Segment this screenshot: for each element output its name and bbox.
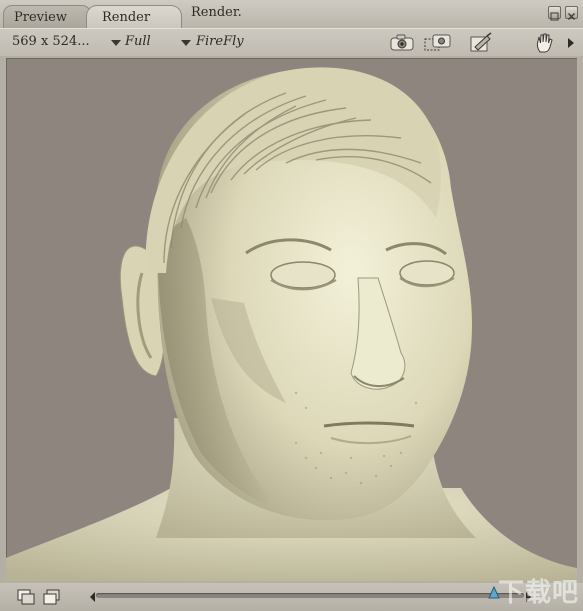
watermark: 下载吧	[497, 578, 579, 608]
renderer-dropdown[interactable]: FireFly	[196, 34, 244, 49]
tab-bar: Preview Render Render.	[0, 0, 583, 28]
tab-preview-label: Preview	[14, 10, 67, 25]
render-dimensions[interactable]: 569 x 524...	[12, 34, 90, 49]
close-icon[interactable]	[565, 6, 578, 20]
render-frame	[0, 56, 583, 583]
hand-pan-icon[interactable]	[533, 32, 561, 54]
slider-left-arrow-icon[interactable]	[88, 589, 96, 603]
render-toolbar: 569 x 524... Full FireFly	[0, 28, 583, 56]
tab-render-label: Render	[102, 10, 151, 25]
render-area-icon[interactable]	[423, 32, 451, 54]
play-arrow-icon[interactable]	[563, 32, 579, 54]
save-render-icon[interactable]	[16, 587, 36, 607]
render-camera-icon[interactable]	[388, 32, 416, 54]
maximize-icon[interactable]	[548, 6, 561, 21]
tab-render[interactable]: Render	[86, 5, 182, 28]
resolution-dropdown-icon[interactable]	[111, 40, 121, 46]
rendered-head-image	[6, 67, 577, 581]
load-render-icon[interactable]	[42, 587, 62, 607]
renderer-dropdown-icon[interactable]	[181, 40, 191, 46]
tab-preview[interactable]: Preview	[3, 5, 91, 28]
render-history-slider[interactable]	[96, 593, 524, 598]
resolution-dropdown[interactable]: Full	[125, 34, 151, 49]
render-canvas[interactable]	[6, 58, 577, 581]
document-title: Render.	[191, 5, 242, 20]
render-settings-icon[interactable]	[467, 32, 495, 54]
bottom-bar: 下载吧	[0, 578, 583, 611]
